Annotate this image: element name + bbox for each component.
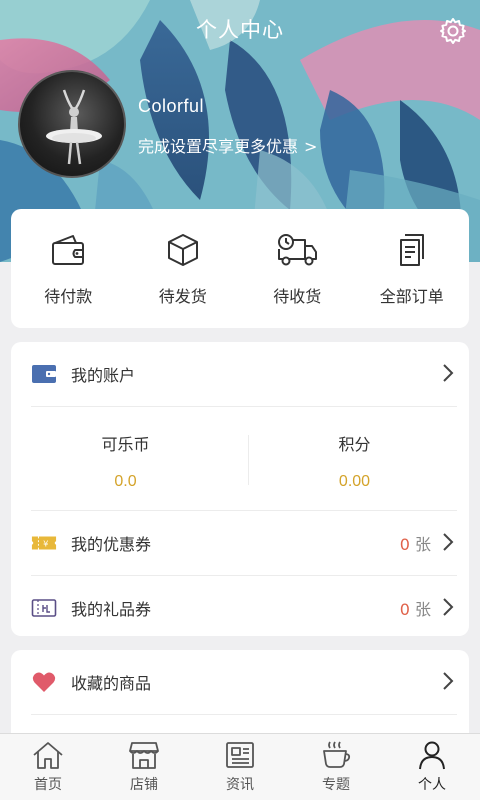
- page-title: 个人中心: [196, 18, 284, 42]
- svg-text:¥: ¥: [43, 539, 48, 549]
- tab-profile[interactable]: 个人: [392, 734, 472, 800]
- tab-news[interactable]: 资讯: [200, 734, 280, 800]
- ballerina-photo: [46, 89, 102, 165]
- chevron-right-icon: [443, 533, 454, 551]
- count-unit: 张: [414, 535, 431, 554]
- news-icon: [226, 742, 254, 768]
- chevron-right-icon: [443, 672, 454, 690]
- order-all[interactable]: 全部订单: [357, 231, 467, 307]
- box-icon: [167, 233, 198, 266]
- order-label: 待付款: [44, 286, 93, 306]
- row-label: 收藏的商品: [71, 674, 152, 693]
- gear-icon[interactable]: [438, 16, 468, 46]
- balance-value: 0.0: [114, 473, 137, 490]
- chevron-right-icon: >: [304, 137, 318, 156]
- favorite-products-row[interactable]: 收藏的商品: [11, 650, 469, 714]
- gift-voucher-count: 0 张: [400, 596, 431, 620]
- person-icon: [419, 741, 445, 770]
- my-coupons-row[interactable]: ¥ 我的优惠券 0 张: [11, 511, 469, 575]
- balances: 可乐币 0.0 积分 0.00: [11, 407, 469, 510]
- heart-icon: [32, 672, 56, 692]
- coffee-cup-icon: [323, 741, 351, 768]
- points-balance[interactable]: 积分 0.00: [240, 407, 469, 510]
- order-label: 待发货: [158, 286, 207, 306]
- bottom-tab-bar: 首页 店铺 资讯 专题 个人: [0, 733, 480, 800]
- gift-voucher-icon: [31, 599, 57, 617]
- orders-list-icon: [399, 233, 424, 266]
- row-label: 我的优惠券: [71, 535, 152, 554]
- promo-text: 完成设置尽享更多优惠: [138, 137, 299, 156]
- order-status-card: 待付款 待发货 待收货 全部订单: [11, 209, 469, 328]
- wallet-card-icon: [32, 365, 56, 383]
- balance-label: 可乐币: [101, 435, 150, 454]
- tab-store[interactable]: 店铺: [104, 734, 184, 800]
- balance-value: 0.00: [338, 473, 371, 490]
- order-awaiting-receipt[interactable]: 待收货: [242, 231, 352, 307]
- count-number: 0: [399, 600, 410, 619]
- balance-label: 积分: [338, 435, 371, 454]
- complete-settings-link[interactable]: 完成设置尽享更多优惠 >: [138, 133, 317, 157]
- my-gift-vouchers-row[interactable]: 我的礼品券 0 张: [11, 576, 469, 640]
- tab-label: 店铺: [130, 777, 158, 793]
- tab-label: 个人: [418, 777, 446, 793]
- count-unit: 张: [414, 600, 431, 619]
- vertical-divider: [248, 435, 249, 485]
- coupon-count: 0 张: [400, 531, 431, 555]
- wallet-icon: [52, 234, 85, 265]
- order-label: 待收货: [273, 286, 322, 306]
- order-label: 全部订单: [379, 286, 444, 306]
- store-icon: [129, 742, 159, 769]
- tab-home[interactable]: 首页: [8, 734, 88, 800]
- row-label: 我的账户: [71, 366, 136, 385]
- account-card: 我的账户 可乐币 0.0 积分 0.00 ¥ 我的优惠券 0 张 我的礼品券 0…: [11, 342, 469, 636]
- coupon-icon: ¥: [31, 536, 57, 550]
- my-account-row[interactable]: 我的账户: [11, 342, 469, 406]
- order-awaiting-shipment[interactable]: 待发货: [128, 231, 238, 307]
- tab-label: 资讯: [226, 777, 254, 793]
- chevron-right-icon: [443, 598, 454, 616]
- tab-label: 专题: [322, 777, 350, 793]
- avatar[interactable]: [18, 70, 126, 178]
- divider: [31, 714, 457, 715]
- tab-label: 首页: [34, 777, 62, 793]
- home-icon: [33, 742, 63, 769]
- order-pending-payment[interactable]: 待付款: [13, 231, 123, 307]
- count-number: 0: [399, 535, 410, 554]
- truck-icon: [278, 233, 318, 265]
- chevron-right-icon: [443, 364, 454, 382]
- row-label: 我的礼品券: [71, 600, 152, 619]
- cola-coin-balance[interactable]: 可乐币 0.0: [11, 407, 240, 510]
- username: Colorful: [138, 96, 205, 116]
- tab-topics[interactable]: 专题: [296, 734, 376, 800]
